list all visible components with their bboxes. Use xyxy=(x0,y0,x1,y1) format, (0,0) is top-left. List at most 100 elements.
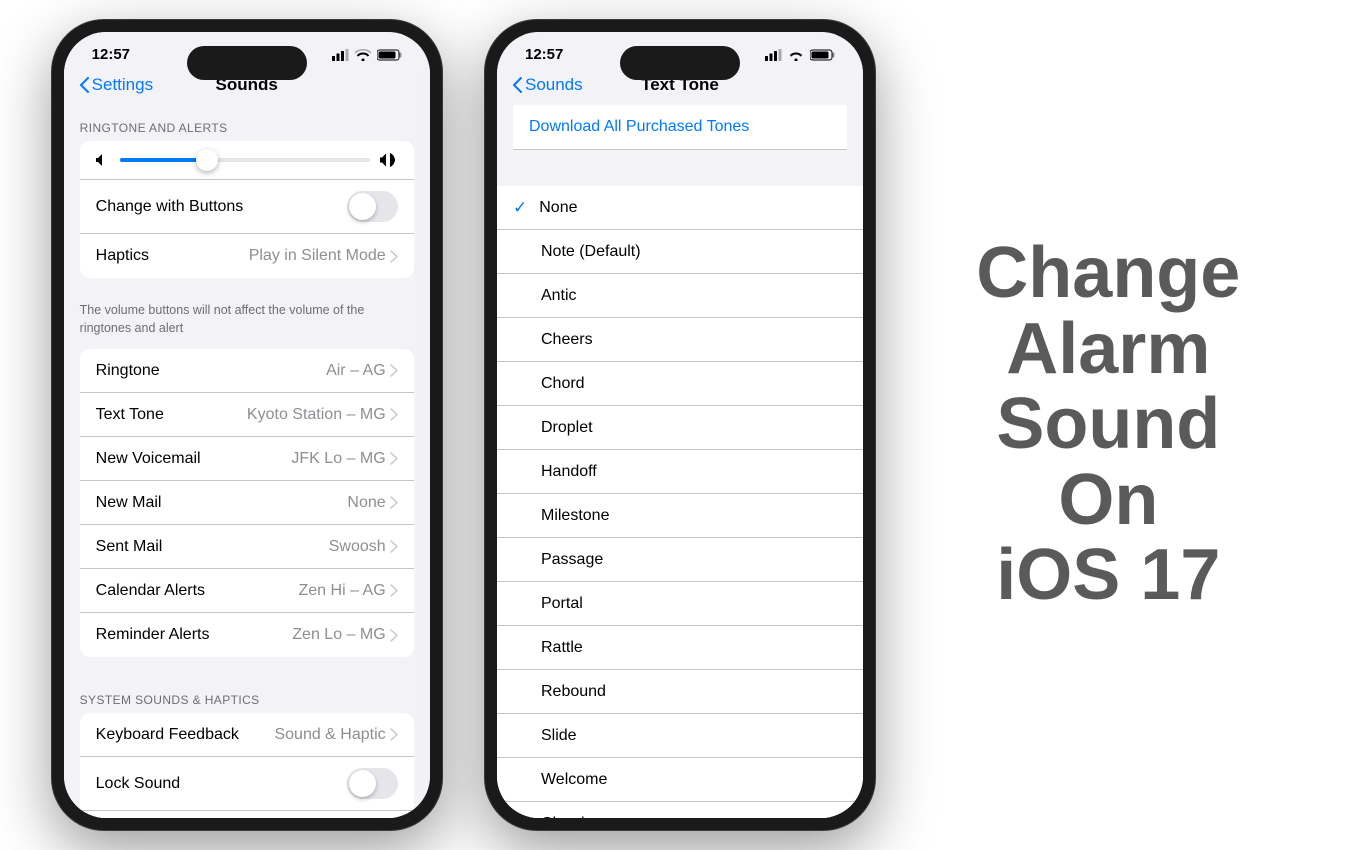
sent-mail-row[interactable]: Sent Mail Swoosh xyxy=(80,525,414,569)
tone-portal-label: Portal xyxy=(541,595,847,613)
dynamic-island xyxy=(187,46,307,80)
heading-line-1: Change xyxy=(976,236,1240,312)
tone-classic-label: Classic xyxy=(541,815,839,818)
reminder-alerts-chevron xyxy=(390,629,398,642)
tone-passage-row[interactable]: Passage xyxy=(497,538,863,582)
signal-icon xyxy=(332,49,349,61)
tone-chord-row[interactable]: Chord xyxy=(497,362,863,406)
tone-cheers-label: Cheers xyxy=(541,331,847,349)
text-tone-row[interactable]: Text Tone Kyoto Station – MG xyxy=(80,393,414,437)
tone-slide-row[interactable]: Slide xyxy=(497,714,863,758)
tone-passage-label: Passage xyxy=(541,551,847,569)
tone-rattle-row[interactable]: Rattle xyxy=(497,626,863,670)
haptics-value: Play in Silent Mode xyxy=(249,247,398,265)
volume-slider-track[interactable] xyxy=(120,158,370,162)
volume-high-icon xyxy=(380,153,398,167)
tone-droplet-row[interactable]: Droplet xyxy=(497,406,863,450)
battery-icon-2 xyxy=(810,49,835,61)
tone-none-label: None xyxy=(539,199,847,217)
status-icons-2 xyxy=(765,49,835,61)
status-time-2: 12:57 xyxy=(525,46,563,63)
battery-icon xyxy=(377,49,402,61)
tone-milestone-row[interactable]: Milestone xyxy=(497,494,863,538)
back-label-1: Settings xyxy=(92,75,153,95)
toggle-knob-ls xyxy=(349,770,376,797)
text-tone-chevron xyxy=(390,408,398,421)
sounds-list-group: Ringtone Air – AG Text Tone Kyoto Statio… xyxy=(80,349,414,657)
ringtone-alerts-group: Change with Buttons Haptics Play in Sile… xyxy=(80,141,414,278)
system-sounds-group: Keyboard Feedback Sound & Haptic Lock So… xyxy=(80,713,414,818)
phone2-frame: 12:57 xyxy=(485,20,875,830)
tone-portal-row[interactable]: Portal xyxy=(497,582,863,626)
phone1-screen: 12:57 xyxy=(64,32,430,818)
toggle-knob-cwb xyxy=(349,193,376,220)
page-wrapper: 12:57 xyxy=(0,0,1350,850)
classic-chevron-icon xyxy=(839,818,847,819)
sent-mail-chevron xyxy=(390,540,398,553)
volume-slider-thumb[interactable] xyxy=(196,149,218,171)
volume-slider-row xyxy=(80,141,414,180)
tone-droplet-label: Droplet xyxy=(541,419,847,437)
tone-rebound-row[interactable]: Rebound xyxy=(497,670,863,714)
keyboard-feedback-row[interactable]: Keyboard Feedback Sound & Haptic xyxy=(80,713,414,757)
heading-line-3: Sound xyxy=(996,387,1220,463)
back-chevron-icon-2 xyxy=(513,77,523,93)
calendar-alerts-row[interactable]: Calendar Alerts Zen Hi – AG xyxy=(80,569,414,613)
phone1-frame: 12:57 xyxy=(52,20,442,830)
tone-milestone-label: Milestone xyxy=(541,507,847,525)
keyboard-feedback-chevron xyxy=(390,728,398,741)
ringtone-note: The volume buttons will not affect the v… xyxy=(64,298,430,349)
volume-low-icon xyxy=(96,153,110,167)
volume-slider-fill xyxy=(120,158,208,162)
tone-handoff-row[interactable]: Handoff xyxy=(497,450,863,494)
new-mail-row[interactable]: New Mail None xyxy=(80,481,414,525)
ringtone-chevron xyxy=(390,364,398,377)
haptics-label: Haptics xyxy=(96,247,149,265)
tone-cheers-row[interactable]: Cheers xyxy=(497,318,863,362)
tone-classic-row[interactable]: Classic xyxy=(497,802,863,818)
tone-slide-label: Slide xyxy=(541,727,847,745)
tone-antic-row[interactable]: Antic xyxy=(497,274,863,318)
content-area-2: Download All Purchased Tones ✓ None Note… xyxy=(497,105,863,818)
reminder-alerts-row[interactable]: Reminder Alerts Zen Lo – MG xyxy=(80,613,414,657)
change-with-buttons-toggle[interactable] xyxy=(347,191,398,222)
tone-antic-label: Antic xyxy=(541,287,847,305)
tone-note-label: Note (Default) xyxy=(541,243,847,261)
heading-text: Change Alarm Sound On iOS 17 xyxy=(918,236,1298,614)
download-row[interactable]: Download All Purchased Tones xyxy=(513,105,847,150)
signal-icon-2 xyxy=(765,49,782,61)
new-voicemail-row[interactable]: New Voicemail JFK Lo – MG xyxy=(80,437,414,481)
tone-note-row[interactable]: Note (Default) xyxy=(497,230,863,274)
ringtone-row[interactable]: Ringtone Air – AG xyxy=(80,349,414,393)
change-with-buttons-row[interactable]: Change with Buttons xyxy=(80,180,414,234)
tone-rebound-label: Rebound xyxy=(541,683,847,701)
tone-none-row[interactable]: ✓ None xyxy=(497,186,863,230)
wifi-icon-2 xyxy=(788,49,804,61)
wifi-icon xyxy=(355,49,371,61)
change-with-buttons-label: Change with Buttons xyxy=(96,198,244,216)
new-mail-chevron xyxy=(390,496,398,509)
tone-welcome-row[interactable]: Welcome xyxy=(497,758,863,802)
back-label-2: Sounds xyxy=(525,75,583,95)
haptics-chevron-icon xyxy=(390,250,398,263)
new-voicemail-chevron xyxy=(390,452,398,465)
status-icons-1 xyxy=(332,49,402,61)
download-link[interactable]: Download All Purchased Tones xyxy=(529,118,749,135)
heading-line-5: iOS 17 xyxy=(996,538,1220,614)
tones-group: ✓ None Note (Default) Antic Cheers xyxy=(497,186,863,818)
heading-line-2: Alarm xyxy=(1006,312,1210,388)
system-haptics-row[interactable]: System Haptics xyxy=(80,811,414,818)
calendar-alerts-chevron xyxy=(390,584,398,597)
section-system-sounds: SYSTEM SOUNDS & HAPTICS xyxy=(64,677,430,713)
lock-sound-toggle[interactable] xyxy=(347,768,398,799)
checkmark-none: ✓ xyxy=(513,198,527,218)
section-ringtone-alerts: RINGTONE AND ALERTS xyxy=(64,105,430,141)
tone-chord-label: Chord xyxy=(541,375,847,393)
content-area-1: RINGTONE AND ALERTS xyxy=(64,105,430,818)
back-button-2[interactable]: Sounds xyxy=(513,75,583,95)
tone-rattle-label: Rattle xyxy=(541,639,847,657)
heading-line-4: On xyxy=(1058,463,1158,539)
back-button-1[interactable]: Settings xyxy=(80,75,153,95)
lock-sound-row[interactable]: Lock Sound xyxy=(80,757,414,811)
haptics-row[interactable]: Haptics Play in Silent Mode xyxy=(80,234,414,278)
